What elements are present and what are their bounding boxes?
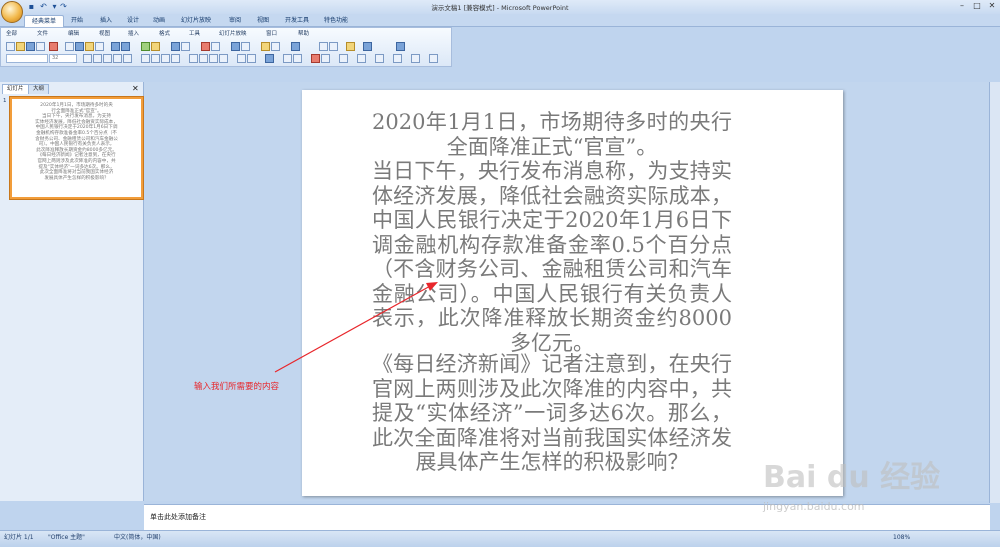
office-button[interactable] [1, 1, 23, 23]
vertical-scrollbar[interactable] [989, 82, 1000, 503]
theme-name: "Office 主题" [48, 534, 85, 541]
watermark-logo: Bai du 经验 [763, 460, 941, 495]
language-status: 中文(简体，中国) [114, 534, 161, 541]
watermark-url: jingyan.baidu.com [763, 500, 865, 513]
status-bar: 幻灯片 1/1 "Office 主题" 中文(简体，中国) 108% [0, 530, 1000, 547]
zoom-level[interactable]: 108% [893, 533, 910, 543]
notes-placeholder: 单击此处添加备注 [150, 513, 206, 521]
slide-count: 幻灯片 1/1 [4, 534, 34, 541]
annotation-label: 输入我们所需要的内容 [194, 382, 280, 392]
